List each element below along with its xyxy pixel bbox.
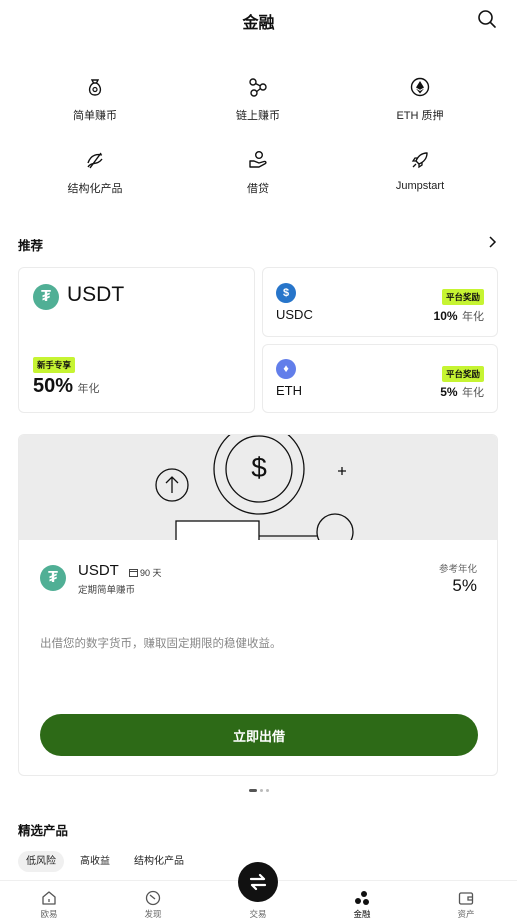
featured-header: 精选产品 xyxy=(18,820,497,840)
tether-icon: ₮ xyxy=(40,565,66,591)
featured-filters: 低风险 高收益 结构化产品 xyxy=(18,851,192,872)
section-title: 推荐 xyxy=(18,239,44,253)
lend-now-button[interactable]: 立即出借 xyxy=(40,714,478,756)
recommend-card-usdc[interactable]: $ USDC 平台奖励 10% 年化 xyxy=(262,267,498,337)
tab-home[interactable]: 欧易 xyxy=(19,889,79,920)
recommend-card-usdt[interactable]: ₮ USDT 新手专享 50% 年化 xyxy=(18,267,255,413)
quick-action-simple-earn[interactable]: 简单赚币 xyxy=(9,76,181,123)
coin-name: ETH xyxy=(276,383,302,398)
pagination-dot-active[interactable] xyxy=(249,789,257,792)
search-icon[interactable] xyxy=(477,9,497,29)
quick-action-label: 链上赚币 xyxy=(236,110,280,122)
eth-icon: ♦ xyxy=(276,359,296,379)
recommend-card-eth[interactable]: ♦ ETH 平台奖励 5% 年化 xyxy=(262,344,498,413)
quick-action-jumpstart[interactable]: Jumpstart xyxy=(334,149,506,192)
product-subtitle: 定期简单赚币 xyxy=(78,585,136,596)
usdc-icon: $ xyxy=(276,283,296,303)
promo-carousel-card[interactable]: $ ₮ USDT 90 天 定期简单赚币 参考年化 5% 出借您的数字货币，赚取… xyxy=(18,434,498,776)
chevron-right-icon[interactable] xyxy=(487,236,497,248)
trade-swap-button[interactable] xyxy=(238,862,278,902)
tab-finance[interactable]: 金融 xyxy=(332,889,392,920)
chain-nodes-icon xyxy=(249,78,267,97)
apy-value: 10% xyxy=(433,309,458,323)
section-title: 精选产品 xyxy=(18,824,69,838)
platform-reward-badge: 平台奖励 xyxy=(441,289,484,305)
quick-action-label: 简单赚币 xyxy=(73,110,117,122)
ref-apy-value: 5% xyxy=(452,576,477,595)
dollar-symbol: $ xyxy=(251,452,267,483)
rocket-icon xyxy=(411,152,428,169)
top-bar: 金融 xyxy=(0,0,517,38)
filter-high-yield[interactable]: 高收益 xyxy=(72,851,118,872)
tab-label: 金融 xyxy=(353,909,371,919)
quick-action-eth-staking[interactable]: ETH 质押 xyxy=(334,76,506,123)
recommend-header[interactable]: 推荐 xyxy=(18,235,497,255)
calendar-icon xyxy=(129,569,138,577)
page-title: 金融 xyxy=(242,15,275,32)
quick-action-loan[interactable]: 借贷 xyxy=(172,149,344,196)
product-description: 出借您的数字货币，赚取固定期限的稳健收益。 xyxy=(40,638,282,650)
apy-unit: 年化 xyxy=(77,383,100,395)
filter-low-risk[interactable]: 低风险 xyxy=(18,851,64,872)
trade-swap-icon xyxy=(249,873,267,891)
ref-apy-label: 参考年化 xyxy=(438,564,477,575)
tab-label: 欧易 xyxy=(40,909,58,919)
eth-stake-icon xyxy=(410,77,430,97)
quick-action-structured[interactable]: 结构化产品 xyxy=(9,149,181,196)
quick-action-label: 结构化产品 xyxy=(67,183,123,195)
tab-label: 发现 xyxy=(144,909,162,919)
money-bag-icon xyxy=(88,79,102,96)
tab-label: 交易 xyxy=(249,909,267,919)
apy-value: 5% xyxy=(440,385,458,399)
term-value: 90 天 xyxy=(140,568,162,578)
newbie-badge: 新手专享 xyxy=(33,357,76,373)
apy-unit: 年化 xyxy=(462,387,484,399)
discover-icon xyxy=(145,890,161,906)
pagination-dot[interactable] xyxy=(266,789,269,792)
apy-unit: 年化 xyxy=(462,311,484,323)
tab-assets[interactable]: 资产 xyxy=(436,889,496,920)
quick-action-label: 借贷 xyxy=(247,183,269,195)
platform-reward-badge: 平台奖励 xyxy=(441,366,484,382)
coin-name: USDT xyxy=(78,562,119,579)
coin-name: USDT xyxy=(67,283,125,306)
term-tag: 90 天 xyxy=(129,566,162,579)
quick-action-label: Jumpstart xyxy=(395,180,445,192)
carousel-pagination[interactable] xyxy=(249,789,269,792)
promo-illustration: $ xyxy=(19,435,497,540)
tab-discover[interactable]: 发现 xyxy=(123,889,183,920)
finance-dots-icon xyxy=(355,891,369,905)
tab-label: 资产 xyxy=(457,909,475,919)
quick-action-label: ETH 质押 xyxy=(396,110,444,122)
structured-product-icon xyxy=(87,152,103,169)
quick-action-onchain-earn[interactable]: 链上赚币 xyxy=(172,76,344,123)
pagination-dot[interactable] xyxy=(260,789,263,792)
filter-structured[interactable]: 结构化产品 xyxy=(126,851,192,872)
wallet-icon xyxy=(458,892,474,905)
home-icon xyxy=(42,891,56,905)
loan-hand-icon xyxy=(249,151,267,168)
apy-value: 50% xyxy=(33,375,74,397)
tether-icon: ₮ xyxy=(33,284,59,310)
coin-name: USDC xyxy=(276,307,313,322)
